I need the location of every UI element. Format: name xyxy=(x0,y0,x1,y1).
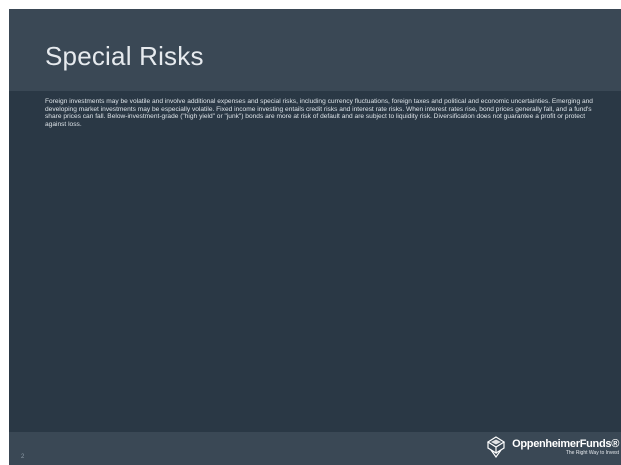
disclosure-text: Foreign investments may be volatile and … xyxy=(45,98,593,129)
page-number: 2 xyxy=(21,454,25,460)
slide: Special Risks Foreign investments may be… xyxy=(9,9,621,465)
slide-title: Special Risks xyxy=(45,41,204,71)
title-bar: Special Risks xyxy=(9,9,621,91)
footer-bar: 2 OppenheimerFunds® The Right Way to Inv… xyxy=(9,432,621,465)
logo-name: OppenheimerFunds® xyxy=(512,437,619,450)
oppenheimer-logo-mark-icon xyxy=(486,436,506,459)
oppenheimerfunds-logo: OppenheimerFunds® The Right Way to Inves… xyxy=(483,434,619,460)
logo-tagline: The Right Way to Invest xyxy=(565,449,619,456)
